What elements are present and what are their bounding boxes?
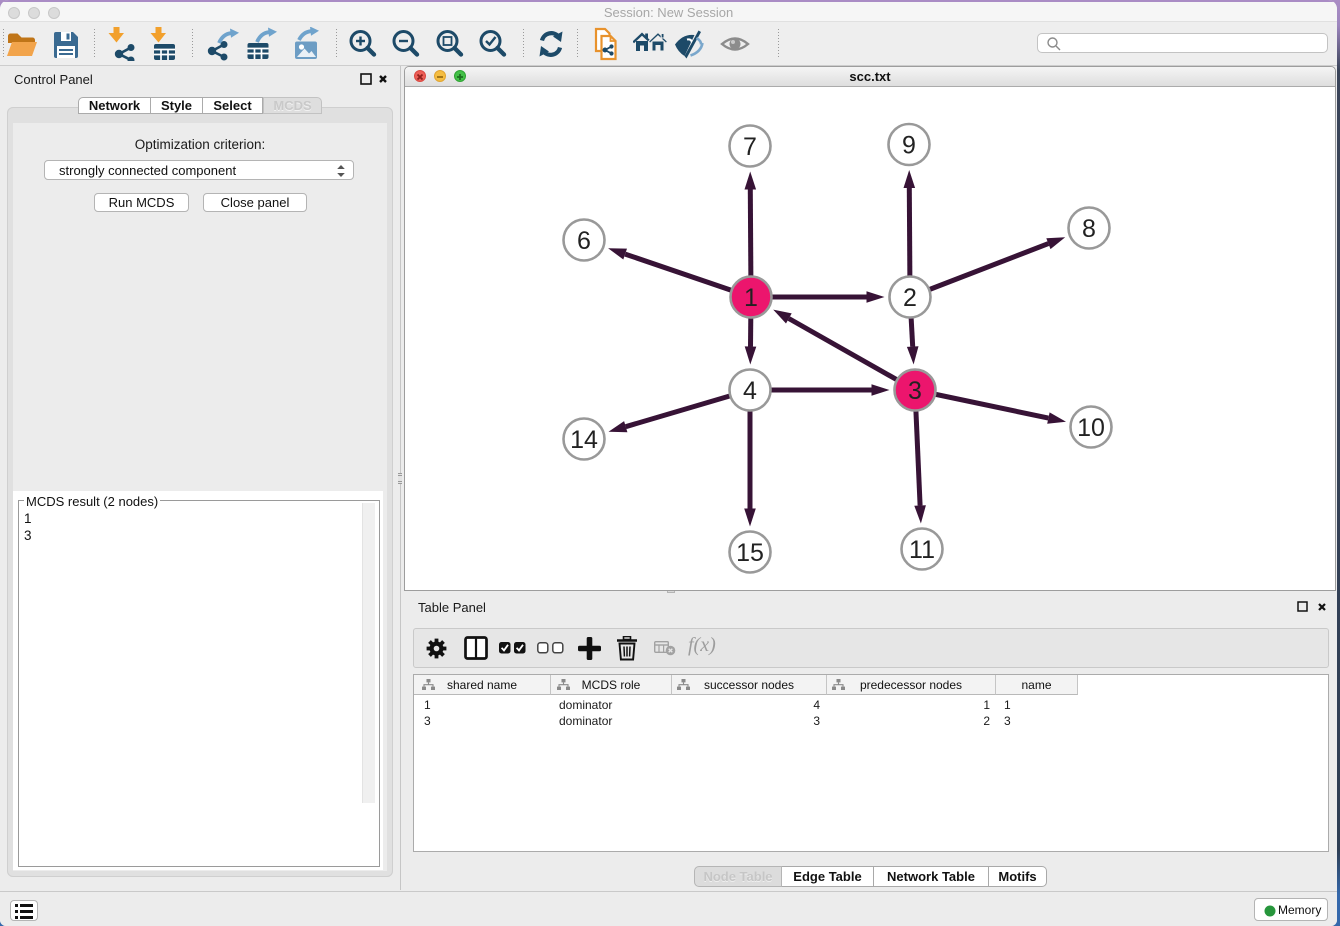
svg-text:6: 6 (577, 227, 591, 255)
svg-text:3: 3 (908, 377, 922, 405)
svg-text:7: 7 (743, 133, 757, 161)
svg-text:15: 15 (736, 539, 764, 567)
svg-text:2: 2 (903, 284, 917, 312)
svg-text:1: 1 (744, 284, 758, 312)
svg-text:8: 8 (1082, 215, 1096, 243)
svg-text:9: 9 (902, 132, 916, 160)
svg-text:14: 14 (570, 426, 598, 454)
svg-text:11: 11 (909, 536, 935, 564)
svg-text:4: 4 (743, 377, 757, 405)
svg-text:10: 10 (1077, 414, 1105, 442)
